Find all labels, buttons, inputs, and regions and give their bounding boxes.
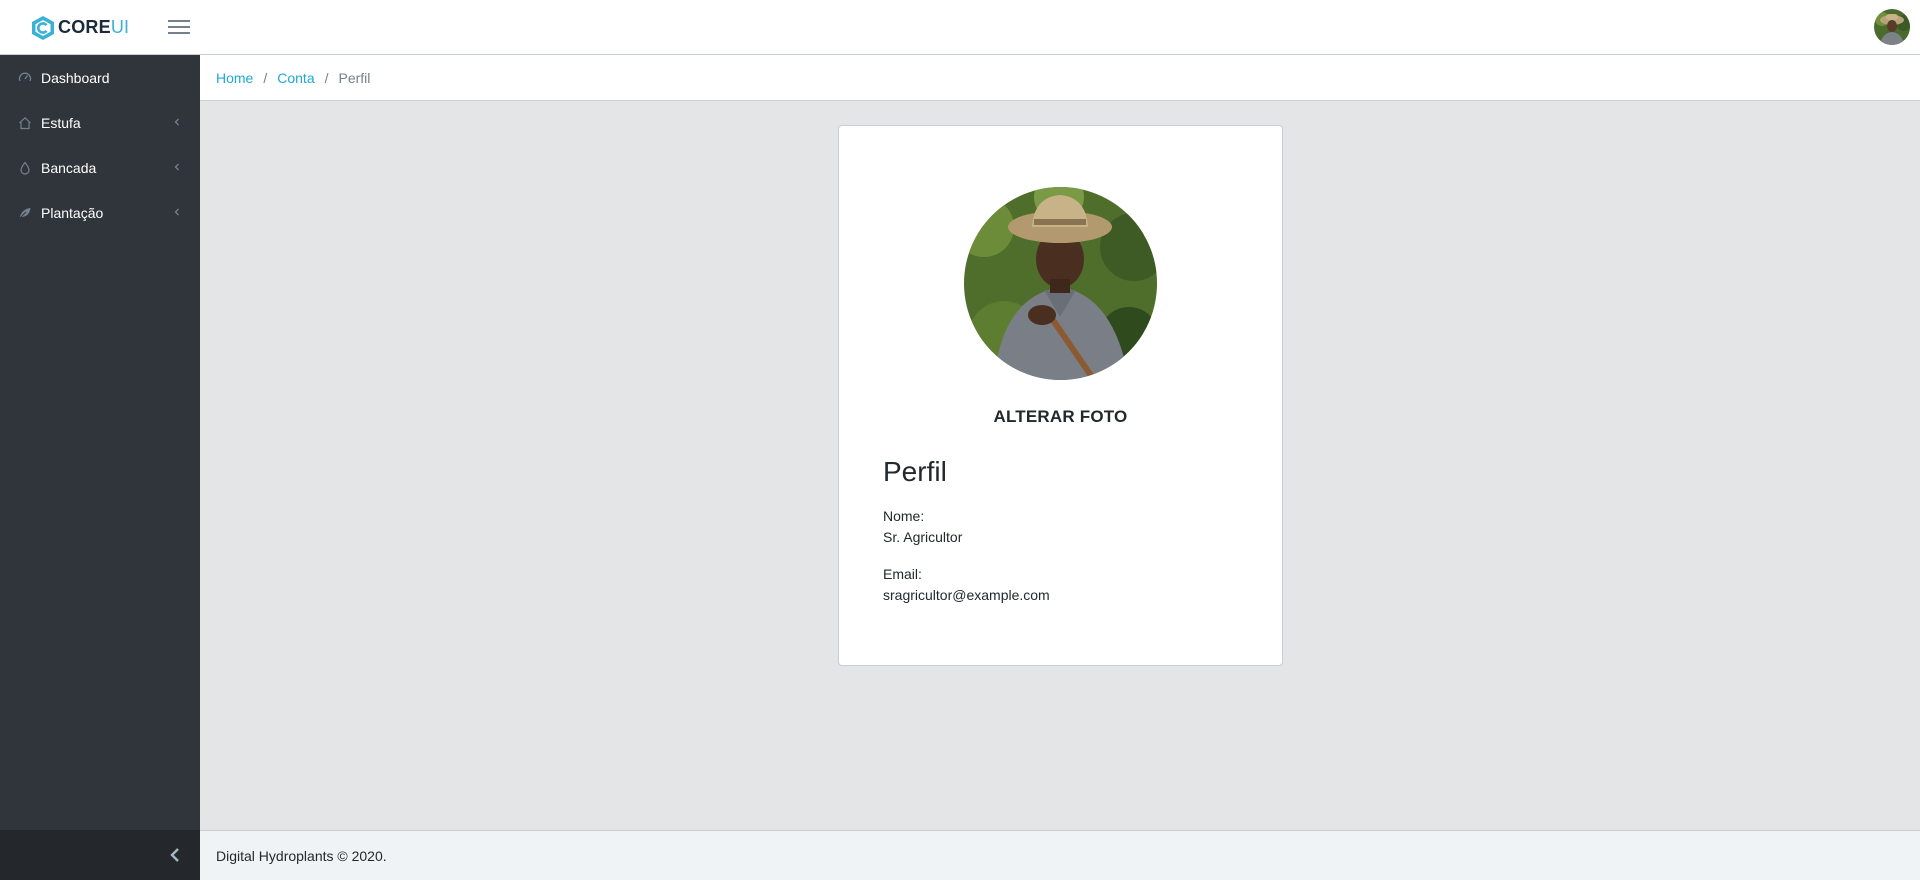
leaf-icon xyxy=(18,206,32,220)
app-header: COREUI xyxy=(0,0,1920,55)
chevron-left-icon xyxy=(170,848,179,862)
name-label: Nome: xyxy=(883,508,925,524)
chevron-left-icon xyxy=(174,118,179,126)
sidebar-item-label: Estufa xyxy=(41,114,81,131)
change-photo-button[interactable]: ALTERAR FOTO xyxy=(839,407,1282,427)
profile-card: ALTERAR FOTO Perfil Nome: Sr. Agricultor… xyxy=(838,125,1283,666)
app-footer: Digital Hydroplants © 2020. xyxy=(200,830,1920,880)
sidebar-item-bancada[interactable]: Bancada xyxy=(0,145,200,190)
breadcrumb-separator: / xyxy=(263,69,268,86)
user-avatar-image xyxy=(1874,9,1910,45)
drop-icon xyxy=(18,161,32,175)
profile-title: Perfil xyxy=(883,456,947,487)
hamburger-line xyxy=(168,32,190,34)
user-avatar[interactable] xyxy=(1874,9,1910,45)
hamburger-line xyxy=(168,20,190,22)
sidebar-item-estufa[interactable]: Estufa xyxy=(0,100,200,145)
breadcrumb-conta-link[interactable]: Conta xyxy=(277,70,314,86)
sidebar-item-label: Bancada xyxy=(41,159,97,176)
sidebar-item-dashboard[interactable]: Dashboard xyxy=(0,55,200,100)
sidebar: Dashboard Estufa Bancada Plantação xyxy=(0,55,200,880)
coreui-logo-icon xyxy=(32,15,54,40)
brand-name: COREUI xyxy=(58,17,130,37)
sidebar-minimizer-button[interactable] xyxy=(0,830,200,880)
sidebar-item-label: Plantação xyxy=(41,204,104,221)
home-icon xyxy=(18,116,32,130)
sidebar-toggle-button[interactable] xyxy=(168,17,190,37)
speedometer-icon xyxy=(18,71,32,85)
breadcrumb: Home / Conta / Perfil xyxy=(200,55,1920,101)
name-value: Sr. Agricultor xyxy=(883,529,963,545)
brand-logo[interactable]: COREUI xyxy=(31,14,129,41)
email-value: sragricultor@example.com xyxy=(883,587,1050,603)
footer-text: Digital Hydroplants © 2020. xyxy=(216,847,387,864)
sidebar-item-label: Dashboard xyxy=(41,69,110,86)
profile-photo-image xyxy=(964,187,1157,380)
chevron-left-icon xyxy=(174,208,179,216)
breadcrumb-home-link[interactable]: Home xyxy=(216,70,253,86)
hamburger-line xyxy=(168,26,190,28)
profile-photo xyxy=(964,187,1157,380)
email-label: Email: xyxy=(883,566,922,582)
breadcrumb-current: Perfil xyxy=(338,69,371,86)
chevron-left-icon xyxy=(174,163,179,171)
sidebar-item-plantacao[interactable]: Plantação xyxy=(0,190,200,235)
breadcrumb-separator: / xyxy=(324,69,329,86)
